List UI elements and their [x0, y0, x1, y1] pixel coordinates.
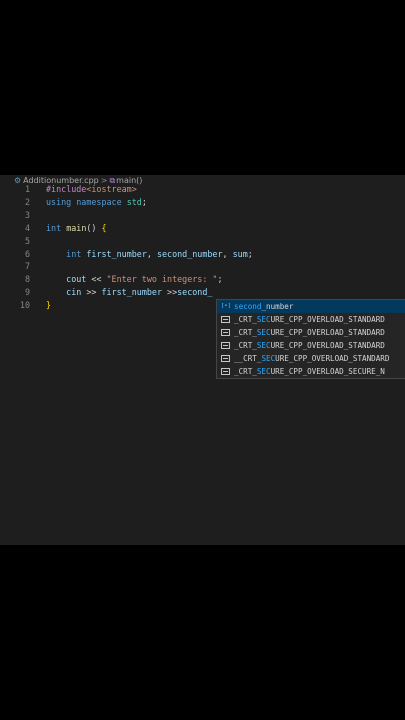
code-line[interactable]: 8 cout << "Enter two integers: "; [0, 273, 405, 286]
code-token: >> [81, 287, 102, 298]
code-text[interactable]: int main() { [46, 222, 107, 235]
code-token: first_number [101, 287, 162, 298]
macro-icon [221, 329, 230, 336]
code-token: sum [232, 248, 248, 259]
code-line[interactable]: 3 [0, 209, 405, 222]
code-token: cout [66, 274, 87, 285]
code-token: "Enter two integers: " [106, 274, 218, 285]
suggestion-label: _CRT_SECURE_CPP_OVERLOAD_STANDARD [234, 328, 385, 337]
suggestion-item[interactable]: __CRT_SECURE_CPP_OVERLOAD_STANDARD [217, 352, 405, 365]
suggestion-match: SEC [256, 367, 271, 376]
suggestion-match: SEC [261, 354, 276, 363]
code-token: , [146, 248, 157, 259]
code-token: first_number [86, 248, 147, 259]
code-token: << [86, 274, 107, 285]
code-token: ; [247, 248, 253, 259]
code-token: namespace [76, 196, 122, 207]
code-line[interactable]: 7 [0, 260, 405, 273]
line-number: 3 [24, 209, 30, 220]
code-token: , [222, 248, 233, 259]
code-token: #include [46, 184, 87, 194]
code-token: <iostream> [86, 184, 137, 194]
suggestion-item[interactable]: _CRT_SECURE_CPP_OVERLOAD_STANDARD [217, 326, 405, 339]
code-token: int [66, 248, 82, 259]
line-number: 10 [19, 300, 30, 311]
line-number: 8 [24, 274, 30, 285]
code-token: } [46, 300, 52, 311]
code-token: second_ [177, 287, 213, 298]
macro-icon [221, 368, 230, 375]
macro-icon [221, 316, 230, 323]
code-token: ; [141, 196, 147, 207]
suggestion-match: SEC [256, 341, 271, 350]
code-token: using [46, 196, 72, 207]
code-text[interactable]: } [46, 299, 51, 312]
code-token: std [126, 196, 142, 207]
code-token: int [46, 222, 62, 233]
macro-icon [221, 355, 230, 362]
suggestion-label: second_number [234, 302, 294, 311]
suggestion-label: _CRT_SECURE_CPP_OVERLOAD_STANDARD [234, 315, 385, 324]
suggestion-match: SEC [256, 328, 271, 337]
code-token: >> [162, 287, 178, 298]
code-line[interactable]: 1 #include<iostream> [0, 183, 405, 196]
code-token: { [101, 222, 107, 233]
line-number: 7 [24, 261, 30, 272]
code-token: main [66, 222, 87, 233]
line-number: 1 [24, 184, 30, 194]
code-line[interactable]: 6 int first_number, second_number, sum; [0, 248, 405, 261]
suggestion-label: __CRT_SECURE_CPP_OVERLOAD_STANDARD [234, 354, 390, 363]
code-text[interactable]: using namespace std; [46, 196, 147, 209]
code-token: ; [217, 274, 223, 285]
code-text[interactable]: cout << "Enter two integers: "; [46, 273, 223, 286]
suggestion-item[interactable]: [•] second_number [217, 300, 405, 313]
line-number: 5 [24, 235, 30, 246]
code-token: second_number [156, 248, 223, 259]
code-token: () [86, 222, 102, 233]
suggestion-label: _CRT_SECURE_CPP_OVERLOAD_SECURE_N [234, 367, 385, 376]
line-number: 9 [24, 287, 30, 298]
code-text[interactable]: int first_number, second_number, sum; [46, 248, 253, 261]
code-text[interactable]: #include<iostream> [46, 183, 137, 196]
code-text[interactable]: cin >> first_number >>second_ [46, 286, 212, 299]
line-number: 6 [24, 248, 30, 259]
macro-icon [221, 342, 230, 349]
code-token: cin [66, 287, 82, 298]
code-line[interactable]: 4 int main() { [0, 222, 405, 235]
suggestion-item[interactable]: _CRT_SECURE_CPP_OVERLOAD_SECURE_N [217, 365, 405, 378]
suggestion-match: second [234, 302, 262, 311]
suggestion-item[interactable]: _CRT_SECURE_CPP_OVERLOAD_STANDARD [217, 339, 405, 352]
variable-icon: [•] [221, 303, 231, 309]
code-line[interactable]: 2 using namespace std; [0, 196, 405, 209]
editor-screen: ⚙ Additionumber.cpp > ⧉main() 1 #include<ios… [0, 175, 405, 545]
code-line[interactable]: 9 cin >> first_number >>second_ [0, 286, 405, 299]
autocomplete-suggestions[interactable]: [•] second_number _CRT_SECURE_CPP_OVERLOAD… [216, 299, 405, 379]
code-line[interactable]: 5 [0, 235, 405, 248]
suggestion-label: _CRT_SECURE_CPP_OVERLOAD_STANDARD [234, 341, 385, 350]
line-number: 4 [24, 222, 30, 233]
suggestion-item[interactable]: _CRT_SECURE_CPP_OVERLOAD_STANDARD [217, 313, 405, 326]
line-number: 2 [24, 196, 30, 207]
suggestion-match: SEC [256, 315, 271, 324]
